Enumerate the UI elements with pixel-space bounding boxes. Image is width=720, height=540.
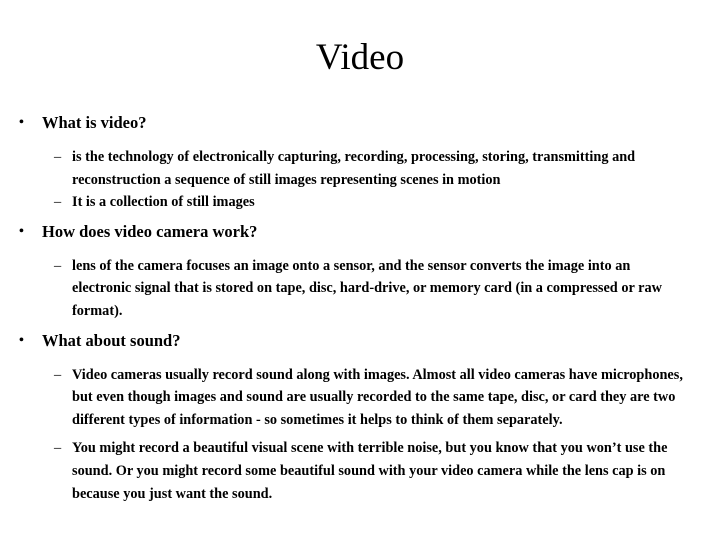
sub-bullet-item: – lens of the camera focuses an image on… bbox=[0, 255, 720, 323]
dash-marker-icon: – bbox=[54, 149, 62, 165]
sub-bullet-item: – You might record a beautiful visual sc… bbox=[0, 437, 720, 505]
bullet-heading-label: What about sound? bbox=[42, 330, 181, 350]
slide-canvas: Video • What is video? – is the technolo… bbox=[0, 0, 720, 540]
bullet-dot-icon: • bbox=[19, 332, 24, 348]
page-title: Video bbox=[315, 37, 405, 78]
sub-bullet-label: lens of the camera focuses an image onto… bbox=[72, 257, 662, 319]
sub-bullet-item: – Video cameras usually record sound alo… bbox=[0, 364, 720, 432]
dash-marker-icon: – bbox=[54, 366, 62, 383]
sub-bullet-label: Video cameras usually record sound along… bbox=[72, 366, 683, 428]
sub-bullet-item: – is the technology of electronically ca… bbox=[0, 146, 720, 191]
sub-bullet-item: – It is a collection of still images bbox=[0, 191, 720, 214]
bullet-heading-label: What is video? bbox=[42, 113, 147, 132]
sub-bullet-label: You might record a beautiful visual scen… bbox=[72, 440, 668, 502]
slide-body: • What is video? – is the technology of … bbox=[0, 112, 720, 505]
bullet-heading-how-does-video-camera-work: • How does video camera work? bbox=[0, 221, 720, 243]
bullet-dot-icon: • bbox=[19, 115, 24, 130]
sub-bullet-label: It is a collection of still images bbox=[72, 194, 255, 211]
dash-marker-icon: – bbox=[54, 257, 62, 274]
dash-marker-icon: – bbox=[54, 440, 62, 457]
bullet-heading-label: How does video camera work? bbox=[42, 221, 258, 241]
dash-marker-icon: – bbox=[54, 194, 62, 211]
bullet-heading-what-is-video: • What is video? bbox=[0, 112, 720, 134]
sub-bullet-label: is the technology of electronically capt… bbox=[72, 149, 636, 188]
bullet-dot-icon: • bbox=[19, 223, 24, 239]
bullet-heading-what-about-sound: • What about sound? bbox=[0, 330, 720, 352]
